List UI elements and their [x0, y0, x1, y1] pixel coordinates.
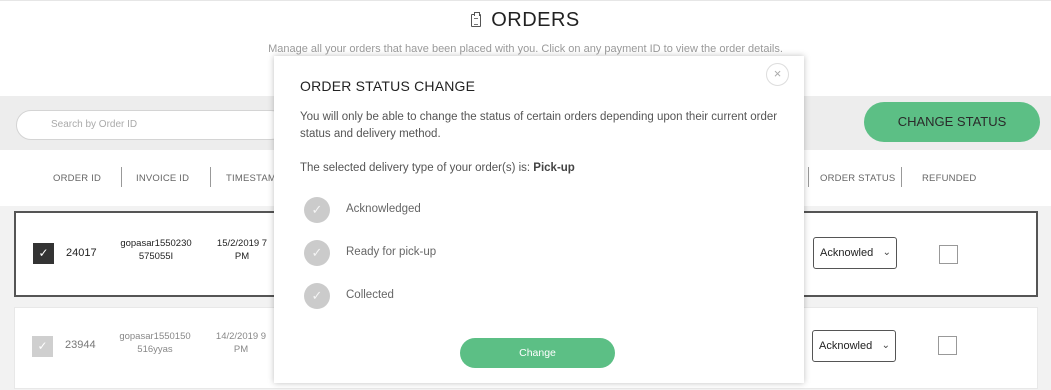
delivery-type-value: Pick-up — [533, 162, 575, 174]
timestamp-line1: 15/2/2019 7 — [216, 238, 268, 249]
status-option-collected[interactable]: ✓ Collected — [304, 283, 604, 309]
invoice-id-line2: 516yyas — [137, 344, 173, 355]
order-status-change-modal: × ORDER STATUS CHANGE You will only be a… — [274, 56, 804, 383]
row-checkbox-checked[interactable]: ✓ — [33, 243, 54, 264]
close-icon[interactable]: × — [766, 63, 789, 86]
delivery-type-text: The selected delivery type of your order… — [300, 162, 575, 174]
order-id: 23944 — [65, 339, 96, 351]
row-checkbox-disabled[interactable]: ✓ — [32, 336, 53, 357]
modal-description: You will only be able to change the stat… — [300, 111, 778, 140]
timestamp-line2: PM — [233, 344, 249, 355]
column-header-order-id[interactable]: ORDER ID — [53, 173, 101, 184]
column-divider — [121, 167, 122, 187]
invoice-id-line1: gopasar1550150 — [119, 331, 191, 342]
column-divider — [808, 167, 809, 187]
check-icon[interactable]: ✓ — [304, 197, 330, 223]
change-status-button[interactable]: CHANGE STATUS — [864, 102, 1040, 142]
order-status-select[interactable]: Acknowled ⌄ — [813, 237, 897, 269]
refunded-checkbox[interactable] — [938, 336, 957, 355]
chevron-down-icon: ⌄ — [880, 238, 891, 268]
column-divider — [901, 167, 902, 187]
order-status-value: Acknowled — [820, 247, 874, 259]
status-option-label: Collected — [346, 289, 394, 301]
check-icon[interactable]: ✓ — [304, 240, 330, 266]
timestamp-line2: PM — [234, 251, 250, 262]
search-input[interactable]: Search by Order ID — [16, 110, 286, 140]
chevron-down-icon: ⌄ — [879, 331, 890, 361]
invoice-id-line1: gopasar1550230 — [120, 238, 192, 249]
invoice-id-line2: 575055I — [138, 251, 174, 262]
status-option-label: Ready for pick-up — [346, 246, 437, 258]
column-header-invoice-id[interactable]: INVOICE ID — [136, 173, 189, 184]
status-option-ready-for-pickup[interactable]: ✓ Ready for pick-up — [304, 240, 604, 266]
title-wrap: ORDERS — [0, 9, 1051, 32]
column-divider — [210, 167, 211, 187]
modal-title: ORDER STATUS CHANGE — [300, 78, 476, 94]
order-status-value: Acknowled — [819, 340, 873, 352]
timestamp: 14/2/2019 9 PM — [199, 330, 283, 356]
page-title: ORDERS — [491, 9, 580, 31]
timestamp-line1: 14/2/2019 9 — [215, 331, 267, 342]
column-header-order-status[interactable]: ORDER STATUS — [820, 173, 895, 184]
invoice-id: gopasar1550230 575055I — [116, 237, 196, 263]
status-option-label: Acknowledged — [346, 203, 421, 215]
order-status-select[interactable]: Acknowled ⌄ — [812, 330, 896, 362]
refunded-checkbox[interactable] — [939, 245, 958, 264]
status-option-acknowledged[interactable]: ✓ Acknowledged — [304, 197, 604, 223]
clipboard-icon — [471, 12, 482, 27]
check-icon[interactable]: ✓ — [304, 283, 330, 309]
page-subtitle: Manage all your orders that have been pl… — [268, 43, 783, 55]
change-button[interactable]: Change — [460, 338, 615, 368]
delivery-type-prefix: The selected delivery type of your order… — [300, 162, 534, 174]
timestamp: 15/2/2019 7 PM — [200, 237, 284, 263]
invoice-id: gopasar1550150 516yyas — [115, 330, 195, 356]
column-header-refunded[interactable]: REFUNDED — [922, 173, 976, 184]
order-id: 24017 — [66, 247, 97, 259]
